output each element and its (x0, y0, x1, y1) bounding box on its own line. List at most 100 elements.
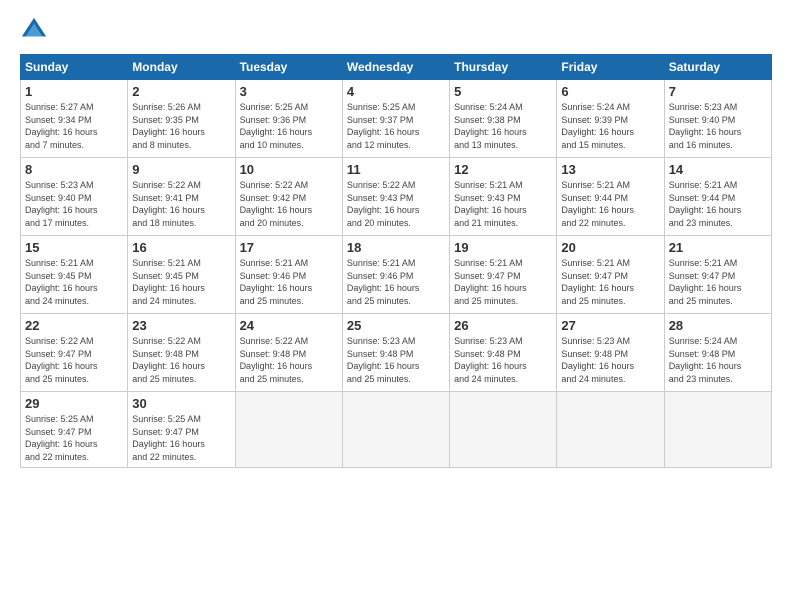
day-cell: 26 Sunrise: 5:23 AMSunset: 9:48 PMDayligh… (450, 314, 557, 392)
day-cell (342, 392, 449, 468)
day-number: 16 (132, 240, 230, 255)
day-cell (664, 392, 771, 468)
header-cell-monday: Monday (128, 55, 235, 80)
week-row-1: 1 Sunrise: 5:27 AMSunset: 9:34 PMDaylight… (21, 80, 772, 158)
day-number: 25 (347, 318, 445, 333)
day-info: Sunrise: 5:22 AMSunset: 9:48 PMDaylight:… (132, 335, 230, 385)
day-info: Sunrise: 5:21 AMSunset: 9:45 PMDaylight:… (25, 257, 123, 307)
day-info: Sunrise: 5:22 AMSunset: 9:47 PMDaylight:… (25, 335, 123, 385)
day-cell: 24 Sunrise: 5:22 AMSunset: 9:48 PMDayligh… (235, 314, 342, 392)
day-info: Sunrise: 5:23 AMSunset: 9:48 PMDaylight:… (347, 335, 445, 385)
week-row-4: 22 Sunrise: 5:22 AMSunset: 9:47 PMDayligh… (21, 314, 772, 392)
day-info: Sunrise: 5:25 AMSunset: 9:37 PMDaylight:… (347, 101, 445, 151)
day-cell: 27Sunrise: 5:23 AMSunset: 9:48 PMDayligh… (557, 314, 664, 392)
day-number: 10 (240, 162, 338, 177)
day-cell: 22 Sunrise: 5:22 AMSunset: 9:47 PMDayligh… (21, 314, 128, 392)
day-number: 7 (669, 84, 767, 99)
day-info: Sunrise: 5:25 AMSunset: 9:36 PMDaylight:… (240, 101, 338, 151)
calendar-table: SundayMondayTuesdayWednesdayThursdayFrid… (20, 54, 772, 468)
header-cell-saturday: Saturday (664, 55, 771, 80)
day-number: 24 (240, 318, 338, 333)
day-number: 19 (454, 240, 552, 255)
day-cell: 21 Sunrise: 5:21 AMSunset: 9:47 PMDayligh… (664, 236, 771, 314)
day-info: Sunrise: 5:26 AMSunset: 9:35 PMDaylight:… (132, 101, 230, 151)
day-cell: 28 Sunrise: 5:24 AMSunset: 9:48 PMDayligh… (664, 314, 771, 392)
day-info: Sunrise: 5:21 AMSunset: 9:46 PMDaylight:… (347, 257, 445, 307)
day-number: 15 (25, 240, 123, 255)
day-info: Sunrise: 5:27 AMSunset: 9:34 PMDaylight:… (25, 101, 123, 151)
logo (20, 16, 52, 44)
day-number: 27 (561, 318, 659, 333)
day-cell: 7 Sunrise: 5:23 AMSunset: 9:40 PMDaylight… (664, 80, 771, 158)
day-info: Sunrise: 5:22 AMSunset: 9:41 PMDaylight:… (132, 179, 230, 229)
day-cell: 19 Sunrise: 5:21 AMSunset: 9:47 PMDayligh… (450, 236, 557, 314)
day-number: 1 (25, 84, 123, 99)
header (20, 16, 772, 44)
week-row-2: 8Sunrise: 5:23 AMSunset: 9:40 PMDaylight… (21, 158, 772, 236)
day-number: 29 (25, 396, 123, 411)
header-cell-tuesday: Tuesday (235, 55, 342, 80)
day-number: 20 (561, 240, 659, 255)
day-number: 22 (25, 318, 123, 333)
header-cell-sunday: Sunday (21, 55, 128, 80)
day-cell: 16 Sunrise: 5:21 AMSunset: 9:45 PMDayligh… (128, 236, 235, 314)
day-info: Sunrise: 5:24 AMSunset: 9:38 PMDaylight:… (454, 101, 552, 151)
day-info: Sunrise: 5:22 AMSunset: 9:48 PMDaylight:… (240, 335, 338, 385)
day-cell: 13Sunrise: 5:21 AMSunset: 9:44 PMDayligh… (557, 158, 664, 236)
day-info: Sunrise: 5:24 AMSunset: 9:48 PMDaylight:… (669, 335, 767, 385)
day-info: Sunrise: 5:21 AMSunset: 9:47 PMDaylight:… (454, 257, 552, 307)
day-cell: 18 Sunrise: 5:21 AMSunset: 9:46 PMDayligh… (342, 236, 449, 314)
day-number: 17 (240, 240, 338, 255)
day-number: 26 (454, 318, 552, 333)
day-cell (450, 392, 557, 468)
day-cell: 3 Sunrise: 5:25 AMSunset: 9:36 PMDaylight… (235, 80, 342, 158)
day-info: Sunrise: 5:21 AMSunset: 9:45 PMDaylight:… (132, 257, 230, 307)
day-cell (557, 392, 664, 468)
day-number: 21 (669, 240, 767, 255)
day-info: Sunrise: 5:25 AMSunset: 9:47 PMDaylight:… (132, 413, 230, 463)
header-cell-wednesday: Wednesday (342, 55, 449, 80)
day-info: Sunrise: 5:23 AMSunset: 9:40 PMDaylight:… (669, 101, 767, 151)
day-cell (235, 392, 342, 468)
day-cell: 25 Sunrise: 5:23 AMSunset: 9:48 PMDayligh… (342, 314, 449, 392)
day-cell: 23Sunrise: 5:22 AMSunset: 9:48 PMDayligh… (128, 314, 235, 392)
header-row: SundayMondayTuesdayWednesdayThursdayFrid… (21, 55, 772, 80)
day-cell: 6 Sunrise: 5:24 AMSunset: 9:39 PMDaylight… (557, 80, 664, 158)
page: SundayMondayTuesdayWednesdayThursdayFrid… (0, 0, 792, 612)
header-cell-friday: Friday (557, 55, 664, 80)
day-number: 2 (132, 84, 230, 99)
day-info: Sunrise: 5:21 AMSunset: 9:44 PMDaylight:… (669, 179, 767, 229)
day-cell: 4 Sunrise: 5:25 AMSunset: 9:37 PMDaylight… (342, 80, 449, 158)
week-row-5: 29 Sunrise: 5:25 AMSunset: 9:47 PMDayligh… (21, 392, 772, 468)
day-cell: 29 Sunrise: 5:25 AMSunset: 9:47 PMDayligh… (21, 392, 128, 468)
day-cell: 5Sunrise: 5:24 AMSunset: 9:38 PMDaylight… (450, 80, 557, 158)
day-cell: 8Sunrise: 5:23 AMSunset: 9:40 PMDaylight… (21, 158, 128, 236)
day-cell: 9 Sunrise: 5:22 AMSunset: 9:41 PMDaylight… (128, 158, 235, 236)
day-number: 28 (669, 318, 767, 333)
day-info: Sunrise: 5:23 AMSunset: 9:48 PMDaylight:… (454, 335, 552, 385)
day-info: Sunrise: 5:21 AMSunset: 9:44 PMDaylight:… (561, 179, 659, 229)
day-info: Sunrise: 5:25 AMSunset: 9:47 PMDaylight:… (25, 413, 123, 463)
day-info: Sunrise: 5:22 AMSunset: 9:42 PMDaylight:… (240, 179, 338, 229)
day-cell: 10 Sunrise: 5:22 AMSunset: 9:42 PMDayligh… (235, 158, 342, 236)
week-row-3: 15 Sunrise: 5:21 AMSunset: 9:45 PMDayligh… (21, 236, 772, 314)
day-number: 9 (132, 162, 230, 177)
day-number: 3 (240, 84, 338, 99)
day-number: 18 (347, 240, 445, 255)
day-cell: 11 Sunrise: 5:22 AMSunset: 9:43 PMDayligh… (342, 158, 449, 236)
day-info: Sunrise: 5:21 AMSunset: 9:47 PMDaylight:… (561, 257, 659, 307)
day-number: 30 (132, 396, 230, 411)
day-cell: 12Sunrise: 5:21 AMSunset: 9:43 PMDayligh… (450, 158, 557, 236)
day-info: Sunrise: 5:24 AMSunset: 9:39 PMDaylight:… (561, 101, 659, 151)
day-cell: 20 Sunrise: 5:21 AMSunset: 9:47 PMDayligh… (557, 236, 664, 314)
day-number: 6 (561, 84, 659, 99)
day-number: 8 (25, 162, 123, 177)
day-number: 14 (669, 162, 767, 177)
day-info: Sunrise: 5:21 AMSunset: 9:47 PMDaylight:… (669, 257, 767, 307)
day-number: 11 (347, 162, 445, 177)
day-cell: 15 Sunrise: 5:21 AMSunset: 9:45 PMDayligh… (21, 236, 128, 314)
day-number: 4 (347, 84, 445, 99)
day-info: Sunrise: 5:22 AMSunset: 9:43 PMDaylight:… (347, 179, 445, 229)
day-cell: 30 Sunrise: 5:25 AMSunset: 9:47 PMDayligh… (128, 392, 235, 468)
day-cell: 17Sunrise: 5:21 AMSunset: 9:46 PMDayligh… (235, 236, 342, 314)
